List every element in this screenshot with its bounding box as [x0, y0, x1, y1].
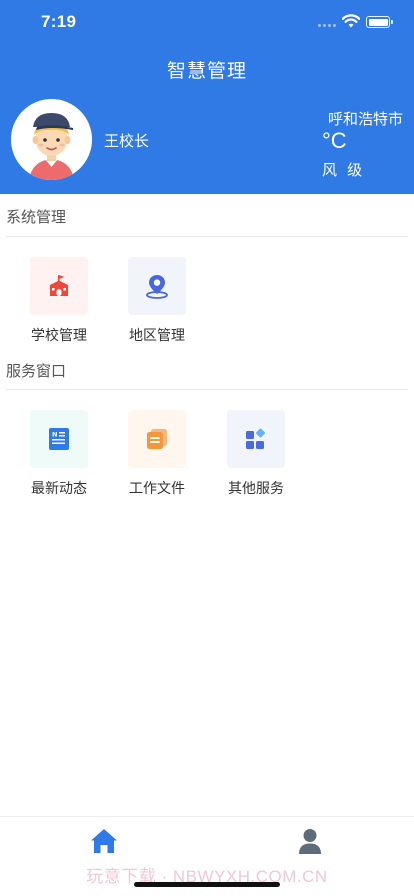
home-indicator [134, 882, 280, 887]
user-icon [299, 829, 321, 854]
location-pin-icon [146, 275, 168, 299]
weather-wind: 风 级 [322, 162, 366, 179]
tile-latest-news[interactable]: N 最新动态 [14, 410, 104, 498]
signal-icon [318, 21, 338, 27]
section-divider [6, 236, 408, 237]
documents-icon [147, 429, 167, 449]
section-title-system: 系统管理 [6, 209, 67, 226]
tile-icon-bg [128, 257, 186, 315]
user-name: 王校长 [104, 133, 150, 150]
tab-home[interactable] [89, 827, 119, 857]
tile-label: 地区管理 [129, 327, 185, 343]
tile-school-management[interactable]: 学校管理 [14, 257, 104, 345]
tile-other-services[interactable]: 其他服务 [211, 410, 301, 498]
weather-city: 呼和浩特市 [327, 111, 403, 128]
apps-icon [246, 428, 265, 449]
school-icon [50, 275, 68, 296]
tile-region-management[interactable]: 地区管理 [112, 257, 202, 345]
news-icon: N [49, 428, 69, 450]
page-title: 智慧管理 [166, 61, 247, 82]
tile-label: 其他服务 [228, 480, 284, 496]
tile-label: 工作文件 [129, 480, 185, 496]
tile-label: 最新动态 [31, 480, 87, 496]
tile-work-documents[interactable]: 工作文件 [112, 410, 202, 498]
tile-label: 学校管理 [31, 327, 87, 343]
user-avatar-illustration [11, 99, 92, 180]
tile-icon-bg [128, 410, 186, 468]
tab-profile[interactable] [296, 827, 326, 857]
section-title-service: 服务窗口 [6, 363, 67, 380]
home-icon [91, 829, 117, 853]
svg-text:N: N [52, 431, 57, 439]
header: 7:19 智慧管理 王校长 呼和浩特市 °C 风 级 [0, 0, 414, 194]
section-divider [6, 389, 408, 390]
status-bar: 7:19 [0, 0, 414, 44]
tile-icon-bg [227, 410, 285, 468]
battery-icon [366, 16, 393, 28]
weather-temperature: °C [322, 128, 347, 153]
tile-icon-bg [30, 257, 88, 315]
status-time: 7:19 [41, 12, 77, 31]
wifi-icon [342, 14, 360, 28]
avatar[interactable] [11, 99, 92, 180]
tile-icon-bg: N [30, 410, 88, 468]
